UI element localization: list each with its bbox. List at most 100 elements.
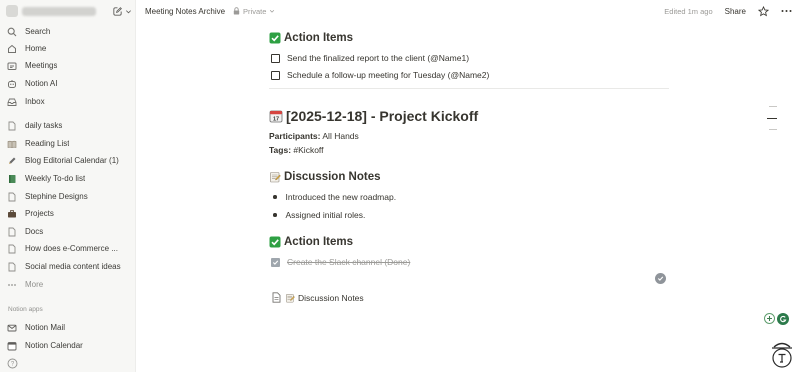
more-dots-icon [6,279,18,291]
notion-ai-icon [6,78,18,90]
tags-value[interactable]: #Kickoff [291,145,323,155]
sidebar-item-search[interactable]: Search [6,24,132,39]
workspace-name-blurred [22,6,96,16]
svg-text:?: ? [11,362,15,368]
sidebar-item-stephine-designs[interactable]: Stephine Designs [6,189,132,204]
bullet-dot [273,195,277,199]
chevron-down-icon [269,8,275,14]
lock-icon [233,7,240,15]
meetings-icon [6,60,18,72]
compose-icon[interactable] [112,6,123,17]
discussion-notes-heading[interactable]: Discussion Notes [269,171,381,183]
sidebar-item-label: Blog Editorial Calendar (1) [25,156,119,165]
memo-icon [269,171,281,183]
bullet-item[interactable]: Introduced the new roadmap. [273,192,396,202]
resolved-check-icon[interactable] [655,273,666,284]
search-icon [6,26,18,38]
sidebar-item-label: Reading List [25,139,70,148]
privacy-label: Private [243,6,267,16]
workspace-avatar [6,5,18,17]
sidebar-item-label: daily tasks [25,121,63,130]
extension-icons [764,313,789,325]
meeting-title[interactable]: 17 [2025-12-18] - Project Kickoff [269,108,478,124]
sidebar-item-notion-mail[interactable]: Notion Mail [6,320,132,335]
sidebar-item-label: Notion AI [25,79,58,88]
todo-text[interactable]: Create the Slack channel (Done) [287,257,410,267]
briefcase-icon [6,208,18,220]
sidebar-item-label: Notion Calendar [25,341,83,350]
sidebar-item-docs[interactable]: Docs [6,224,132,239]
privacy-selector[interactable]: Private [233,7,275,16]
notion-assistant-face-icon[interactable] [768,338,796,370]
bullet-item[interactable]: Assigned initial roles. [273,210,365,220]
grammar-extension-icon[interactable] [777,313,789,325]
check-mark-button-icon [269,32,281,44]
page-icon [271,292,281,303]
heading-text: Action Items [284,236,354,248]
workspace-switcher[interactable] [6,4,132,18]
help-icon[interactable]: ? [7,358,18,369]
page-icon [6,120,18,132]
memo-icon [285,293,295,303]
sidebar-item-label: Search [25,27,51,36]
action-items-heading[interactable]: Action Items [269,236,353,248]
sidebar-item-label: Docs [25,227,44,236]
breadcrumb[interactable]: Meeting Notes Archive [145,7,225,16]
pen-icon [6,155,18,167]
sidebar-item-notion-ai[interactable]: Notion AI [6,76,132,91]
sidebar-item-home[interactable]: Home [6,41,132,56]
calendar-emoji-icon: 17 [269,109,283,123]
bullet-dot [273,213,277,217]
page-icon [6,243,18,255]
todo-checkbox[interactable] [271,53,280,63]
sidebar-more[interactable]: More [6,277,132,292]
sidebar-item-reading-list[interactable]: Reading List [6,136,132,151]
todo-checkbox[interactable] [271,70,280,80]
notebook-icon [6,173,18,185]
sidebar-item-label: Weekly To-do list [25,174,86,183]
extension-plus-icon[interactable] [764,313,775,324]
book-icon [6,138,18,150]
todo-item-done: Create the Slack channel (Done) [271,257,410,267]
participants-value[interactable]: All Hands [321,131,358,141]
chevron-down-icon[interactable] [125,8,132,15]
page-icon [6,191,18,203]
toc-marker-active[interactable] [767,118,777,119]
bullet-text: Introduced the new roadmap. [285,192,397,202]
sidebar-item-label: Social media content ideas [25,262,121,271]
subpage-link[interactable]: Discussion Notes [271,292,364,303]
sidebar: Search Home Meetings Notion AI Inbox dai… [0,0,136,372]
action-items-heading-top[interactable]: Action Items [269,32,353,44]
sidebar-item-projects[interactable]: Projects [6,206,132,221]
share-button[interactable]: Share [725,7,746,16]
sidebar-item-label: Meetings [25,61,58,70]
sidebar-item-social-media-ideas[interactable]: Social media content ideas [6,259,132,274]
toc-marker[interactable] [769,106,777,107]
calendar-icon [6,340,18,352]
sidebar-item-weekly-todo[interactable]: Weekly To-do list [6,171,132,186]
todo-text[interactable]: Schedule a follow-up meeting for Tuesday… [287,70,489,80]
sidebar-item-notion-calendar[interactable]: Notion Calendar [6,338,132,353]
more-options-icon[interactable] [781,9,792,13]
tags-label: Tags: [269,145,292,155]
todo-text[interactable]: Send the finalized report to the client … [287,53,469,63]
sidebar-item-blog-editorial-calendar[interactable]: Blog Editorial Calendar (1) [6,153,132,168]
inbox-icon [6,96,18,108]
mail-icon [6,322,18,334]
topbar: Meeting Notes Archive Private Edited 1m … [136,0,800,22]
sidebar-item-meetings[interactable]: Meetings [6,58,132,73]
todo-checkbox-checked[interactable] [271,257,280,267]
home-icon [6,43,18,55]
meeting-title-text: [2025-12-18] - Project Kickoff [286,108,479,124]
toc-marker[interactable] [769,129,777,130]
sidebar-item-how-does-ecommerce[interactable]: How does e-Commerce ... [6,241,132,256]
subpage-link-text: Discussion Notes [298,292,364,303]
page-icon [6,226,18,238]
sidebar-item-daily-tasks[interactable]: daily tasks [6,118,132,133]
sidebar-item-inbox[interactable]: Inbox [6,94,132,109]
edited-timestamp: Edited 1m ago [664,6,713,16]
todo-item: Schedule a follow-up meeting for Tuesday… [271,70,489,80]
sidebar-more-label: More [25,280,44,289]
star-icon[interactable] [758,5,769,17]
sidebar-item-label: Home [25,44,47,53]
